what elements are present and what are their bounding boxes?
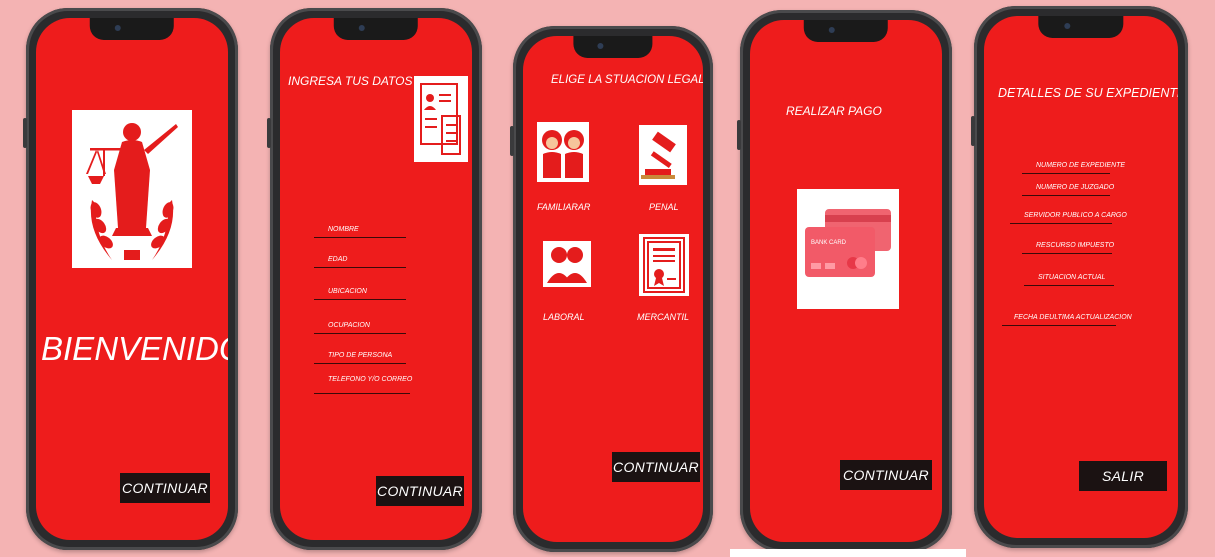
option-mercantil[interactable]: MERCANTIL <box>637 312 689 322</box>
payment-continue-button[interactable]: CONTINUAR <box>840 460 932 490</box>
field-tipo-persona[interactable]: TIPO DE PERSONA <box>314 350 406 364</box>
details-title: DETALLES DE SU EXPEDIENTE <box>998 86 1178 100</box>
details-exit-button[interactable]: SALIR <box>1079 461 1167 491</box>
phone-details: DETALLES DE SU EXPEDIENTE NUMERO DE EXPE… <box>971 6 1188 548</box>
id-document-icon <box>414 76 468 162</box>
phone-welcome: BIENVENIDO CONTINUAR <box>23 8 238 550</box>
field-nombre[interactable]: NOMBRE <box>314 224 406 238</box>
option-familiarar[interactable]: FAMILIARAR <box>537 202 590 212</box>
welcome-title: BIENVENIDO <box>41 330 228 367</box>
detail-servidor-publico: SERVIDOR PUBLICO A CARGO <box>1010 210 1127 224</box>
detail-fecha-actualizacion: FECHA DEULTIMA ACTUALIZACION <box>1002 312 1132 326</box>
data-entry-title: INGRESA TUS DATOS <box>288 74 413 88</box>
option-penal[interactable]: PENAL <box>649 202 679 212</box>
data-entry-continue-button[interactable]: CONTINUAR <box>376 476 464 506</box>
certificate-icon[interactable] <box>639 234 689 296</box>
legal-situation-screen: ELIGE LA STUACION LEGAL FAMILIARAR PENAL… <box>523 36 703 542</box>
details-screen: DETALLES DE SU EXPEDIENTE NUMERO DE EXPE… <box>984 16 1178 538</box>
phone-data-entry: INGRESA TUS DATOS NOMBRE EDAD UBICACION … <box>267 8 482 550</box>
detail-recurso-impuesto: RESCURSO IMPUESTO <box>1022 240 1114 254</box>
detail-situacion-actual: SITUACION ACTUAL <box>1024 272 1114 286</box>
welcome-screen: BIENVENIDO CONTINUAR <box>36 18 228 540</box>
bank-card-icon: BANK CARD <box>797 189 899 309</box>
field-ocupacion[interactable]: OCUPACION <box>314 320 406 334</box>
justice-statue-icon <box>72 110 192 268</box>
field-telefono-correo[interactable]: TELEFONO Y/O CORREO <box>314 374 412 394</box>
option-laboral[interactable]: LABORAL <box>543 312 585 322</box>
payment-screen: REALIZAR PAGO BANK CARD CONTINUAR <box>750 20 942 542</box>
phone-payment: REALIZAR PAGO BANK CARD CONTINUAR <box>737 10 952 552</box>
legal-situation-title: ELIGE LA STUACION LEGAL <box>551 74 703 86</box>
mockup-canvas: BIENVENIDO CONTINUAR INGRESA TUS DATOS N… <box>0 0 1215 557</box>
bottom-white-strip <box>730 549 966 557</box>
family-couple-icon[interactable] <box>537 122 589 182</box>
payment-title: REALIZAR PAGO <box>786 104 882 118</box>
phone-legal-situation: ELIGE LA STUACION LEGAL FAMILIARAR PENAL… <box>510 26 713 552</box>
welcome-continue-button[interactable]: CONTINUAR <box>120 473 210 503</box>
field-edad[interactable]: EDAD <box>314 254 406 268</box>
detail-numero-expediente: NUMERO DE EXPEDIENTE <box>1022 160 1125 174</box>
detail-numero-juzgado: NUMERO DE JUZGADO <box>1022 182 1114 196</box>
gavel-icon[interactable] <box>639 125 687 185</box>
bank-card-text: BANK CARD <box>811 240 847 246</box>
field-ubicacion[interactable]: UBICACION <box>314 286 406 300</box>
workers-icon[interactable] <box>543 241 591 287</box>
data-entry-screen: INGRESA TUS DATOS NOMBRE EDAD UBICACION … <box>280 18 472 540</box>
legal-continue-button[interactable]: CONTINUAR <box>612 452 700 482</box>
